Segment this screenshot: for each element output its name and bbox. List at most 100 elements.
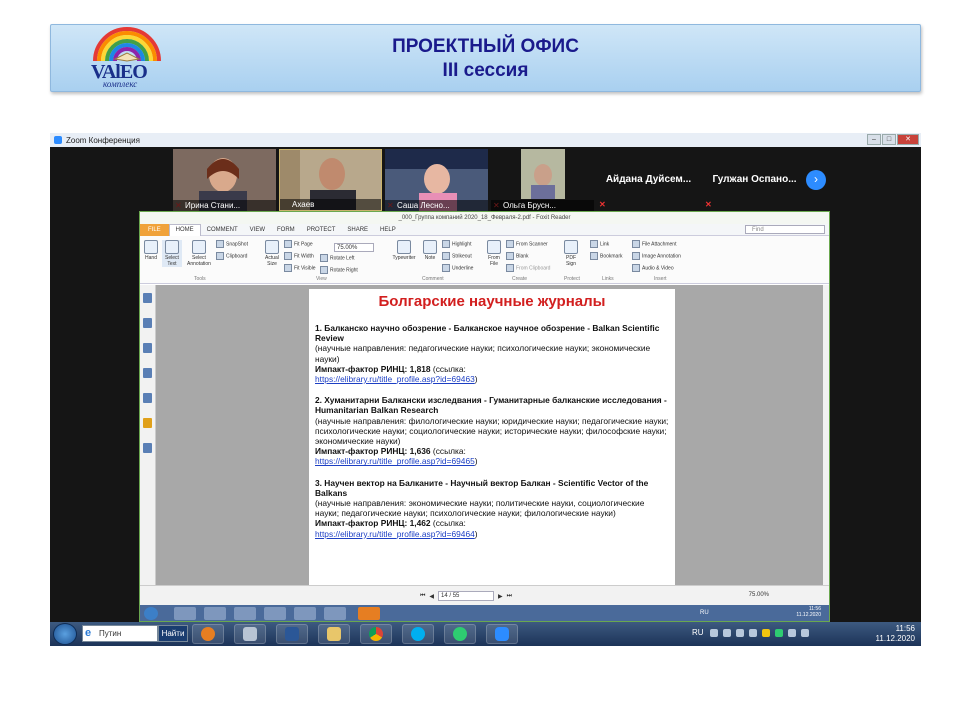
- tab-help[interactable]: HELP: [374, 227, 402, 233]
- maximize-button[interactable]: □: [882, 134, 896, 145]
- snapshot-button[interactable]: SnapShot: [216, 240, 248, 248]
- journal-link[interactable]: https://elibrary.ru/title_profile.asp?id…: [315, 456, 475, 466]
- close-button[interactable]: ✕: [897, 134, 919, 145]
- inner-tray-date: 11.12.2020: [796, 612, 821, 618]
- taskbar-find-button[interactable]: Найти: [158, 625, 188, 642]
- find-input[interactable]: Find: [745, 225, 825, 234]
- file-attachment-button[interactable]: File Attachment: [632, 240, 676, 248]
- journal-entry: 3. Научен вектор на Балканите - Научный …: [315, 478, 669, 539]
- bookmark-button[interactable]: Bookmark: [590, 252, 623, 260]
- fit-page-button[interactable]: Fit Page: [284, 240, 313, 248]
- select-text-button[interactable]: Select Text: [162, 240, 182, 267]
- taskbar-skype-icon[interactable]: [402, 624, 434, 644]
- participant-tile[interactable]: Гулжан Оспано... ✕: [703, 149, 806, 211]
- blank-button[interactable]: Blank: [506, 252, 529, 260]
- layers-icon[interactable]: [143, 343, 152, 353]
- tab-comment[interactable]: COMMENT: [201, 227, 244, 233]
- participant-name: Айдана Дуйсем...: [605, 174, 692, 185]
- participant-tile[interactable]: Айдана Дуйсем... ✕: [597, 149, 700, 211]
- minimize-button[interactable]: –: [867, 134, 881, 145]
- tab-share[interactable]: SHARE: [341, 227, 374, 233]
- fit-visible-button[interactable]: Fit Visible: [284, 264, 316, 272]
- tray-bluetooth-icon[interactable]: [723, 629, 731, 637]
- select-annotation-button[interactable]: Select Annotation: [185, 240, 213, 267]
- last-page-icon[interactable]: ⏭: [507, 593, 512, 600]
- attachment-icon[interactable]: [143, 393, 152, 403]
- journal-title: 3. Научен вектор на Балканите - Научный …: [315, 477, 649, 498]
- note-icon: [423, 240, 437, 254]
- strikeout-button[interactable]: Strikeout: [442, 252, 472, 260]
- note-button[interactable]: Note: [422, 240, 438, 261]
- tray-icon[interactable]: [749, 629, 757, 637]
- participant-tile[interactable]: ✕ Саша Лесно...: [385, 149, 488, 211]
- taskbar-word-icon[interactable]: [276, 624, 308, 644]
- next-page-arrow-icon[interactable]: ›: [806, 170, 826, 190]
- taskbar-explorer-icon[interactable]: [234, 624, 266, 644]
- pdf-sign-button[interactable]: PDF Sign: [562, 240, 580, 267]
- tab-form[interactable]: FORM: [271, 227, 301, 233]
- windows-start-icon: [144, 607, 158, 620]
- hand-tool-button[interactable]: Hand: [143, 240, 159, 261]
- tab-view[interactable]: VIEW: [244, 227, 271, 233]
- foxit-icon: [358, 607, 380, 620]
- tab-protect[interactable]: PROTECT: [301, 227, 342, 233]
- page-number-input[interactable]: 14 / 55: [438, 591, 495, 601]
- start-button-icon[interactable]: [53, 623, 77, 645]
- zoom-window-title: Zoom Конференция: [66, 135, 140, 145]
- underline-button[interactable]: Underline: [442, 264, 473, 272]
- participant-tile[interactable]: Ахаев: [279, 149, 382, 211]
- tray-volume-icon[interactable]: [801, 629, 809, 637]
- rotate-right-button[interactable]: Rotate Right: [320, 266, 358, 274]
- taskbar-folder-icon[interactable]: [318, 624, 350, 644]
- journal-link[interactable]: https://elibrary.ru/title_profile.asp?id…: [315, 374, 475, 384]
- tray-network-icon[interactable]: [788, 629, 796, 637]
- statusbar-zoom[interactable]: 75.00%: [749, 592, 769, 598]
- page-navigation: ⏮ ◀ 14 / 55 ▶ ⏭: [420, 591, 512, 601]
- fit-width-button[interactable]: Fit Width: [284, 252, 314, 260]
- journal-link[interactable]: https://elibrary.ru/title_profile.asp?id…: [315, 529, 475, 539]
- participant-tile[interactable]: ✕ Ольга Брусн...: [491, 149, 594, 211]
- signature-panel-icon[interactable]: [143, 443, 152, 453]
- tray-icon[interactable]: [762, 629, 770, 637]
- slide-title: ПРОЕКТНЫЙ ОФИС III сессия: [51, 35, 920, 83]
- taskbar-media-icon[interactable]: [192, 624, 224, 644]
- prev-page-icon[interactable]: ◀: [429, 593, 434, 600]
- audio-video-button[interactable]: Audio & Video: [632, 264, 674, 272]
- foxit-window-title: _000_Группа компаний 2020_18_Февраля-2.p…: [398, 215, 571, 221]
- tray-clock[interactable]: 11:56 11.12.2020: [876, 624, 915, 644]
- folder-icon: [204, 607, 226, 620]
- rotate-left-button[interactable]: Rotate Left: [320, 254, 354, 262]
- from-scanner-button[interactable]: From Scanner: [506, 240, 548, 248]
- comments-icon[interactable]: [143, 368, 152, 378]
- page-thumbnail-icon[interactable]: [143, 293, 152, 303]
- vertical-scrollbar[interactable]: [823, 285, 829, 587]
- clipboard-button[interactable]: Clipboard: [216, 252, 247, 260]
- image-annotation-button[interactable]: Image Annotation: [632, 252, 681, 260]
- from-clipboard-button[interactable]: From Clipboard: [506, 264, 550, 272]
- taskbar-mail-icon[interactable]: [444, 624, 476, 644]
- typewriter-button[interactable]: Typewriter: [390, 240, 418, 261]
- tray-icon[interactable]: [775, 629, 783, 637]
- first-page-icon[interactable]: ⏮: [420, 593, 425, 600]
- tab-home[interactable]: HOME: [168, 223, 201, 236]
- taskbar-chrome-icon[interactable]: [360, 624, 392, 644]
- tray-icon[interactable]: [736, 629, 744, 637]
- windows-taskbar: e Путин Найти RU 11:56 11.12.2020: [50, 622, 921, 646]
- participant-tile[interactable]: ✕ Ирина Стани...: [173, 149, 276, 211]
- slide-title-line2: III сессия: [442, 60, 529, 81]
- link-button[interactable]: Link: [590, 240, 609, 248]
- tray-language[interactable]: RU: [692, 628, 704, 637]
- lock-icon[interactable]: [143, 418, 152, 428]
- from-file-button[interactable]: From File: [486, 240, 502, 267]
- bookmark-icon[interactable]: [143, 318, 152, 328]
- tab-file[interactable]: FILE: [140, 223, 169, 236]
- highlight-button[interactable]: Highlight: [442, 240, 471, 248]
- tray-icon[interactable]: [710, 629, 718, 637]
- next-page-icon[interactable]: ▶: [498, 593, 503, 600]
- actual-size-button[interactable]: Actual Size: [264, 240, 280, 267]
- journal-link-line: https://elibrary.ru/title_profile.asp?id…: [315, 528, 478, 539]
- navigation-panel: [140, 285, 156, 587]
- taskbar-zoom-icon[interactable]: [486, 624, 518, 644]
- taskbar-search-input[interactable]: e Путин: [82, 625, 158, 642]
- zoom-select[interactable]: 75.00%: [334, 243, 374, 252]
